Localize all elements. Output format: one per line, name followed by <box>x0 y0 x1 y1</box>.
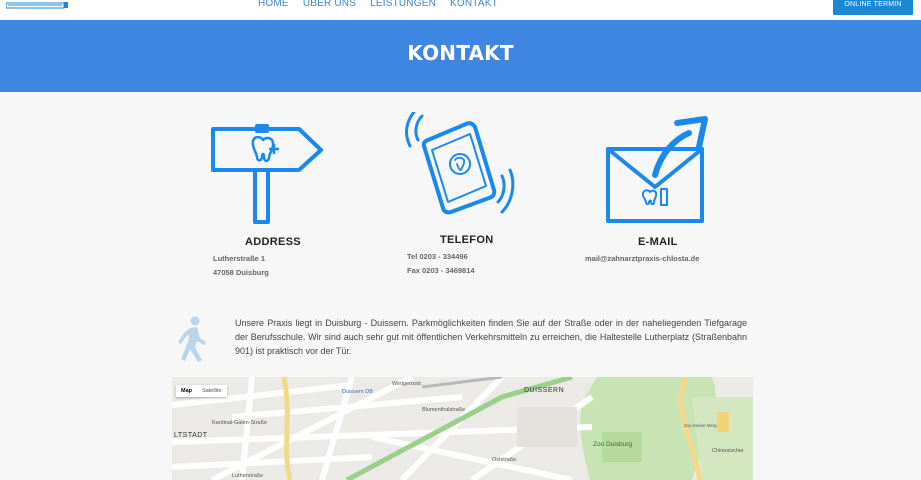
pedestrian-icon <box>178 316 206 362</box>
map-label-kardinal: Kardinal-Galen-Straße <box>212 420 268 426</box>
address-heading: ADDRESS <box>245 236 301 248</box>
email-block: E-MAIL mail@zahnarztpraxis-chlosta.de <box>585 236 725 266</box>
page-banner: KONTAKT <box>0 20 921 92</box>
directions-text: Unsere Praxis liegt in Duisburg - Duisse… <box>235 318 747 356</box>
phone-icon <box>405 112 515 215</box>
nav-kontakt[interactable]: KONTAKT <box>450 0 498 9</box>
email-address[interactable]: mail@zahnarztpraxis-chlosta.de <box>585 252 725 266</box>
map-label-chinesischer: Chinesischer <box>712 448 744 454</box>
map-label-duissern: DUISSERN <box>524 387 565 394</box>
satellite-tab[interactable]: Satellite <box>197 385 227 397</box>
phone-tel[interactable]: Tel 0203 - 334496 <box>407 250 527 264</box>
map-label-wintgens: Wintgensstr. <box>392 381 423 387</box>
map-label-oststr: Oststraße <box>492 457 517 463</box>
nav-leistungen[interactable]: LEISTUNGEN <box>370 0 436 9</box>
map-label-blumenthal: Blumenthalstraße <box>422 407 466 413</box>
signpost-icon <box>211 124 323 224</box>
nav-ueber-uns[interactable]: ÜBER UNS <box>303 0 356 9</box>
nav-home[interactable]: HOME <box>258 0 289 9</box>
phone-block: TELEFON Tel 0203 - 334496 Fax 0203 - 346… <box>407 234 527 278</box>
phone-heading: TELEFON <box>440 234 494 246</box>
address-block: ADDRESS Lutherstraße 1 47058 Duisburg <box>213 236 333 280</box>
map-label-duissern-stop: Duissern DB <box>342 389 373 395</box>
envelope-share-icon <box>606 116 708 223</box>
top-nav-bar: HOME ÜBER UNS LEISTUNGEN KONTAKT ONLINE … <box>0 0 921 20</box>
main-nav: HOME ÜBER UNS LEISTUNGEN KONTAKT <box>258 0 498 9</box>
address-line-1: Lutherstraße 1 <box>213 254 266 263</box>
phone-fax: Fax 0203 - 3469814 <box>407 266 475 275</box>
map-tab[interactable]: Map <box>176 385 197 397</box>
address-line-2: 47058 Duisburg <box>213 268 269 277</box>
map-label-lutherstr: Lutherstraße <box>232 473 264 479</box>
embedded-map[interactable]: Map Satellite DUISSERN LTSTADT Zoo Duisb… <box>172 377 753 480</box>
page-title: KONTAKT <box>407 41 514 65</box>
map-label-altstadt: LTSTADT <box>174 432 208 439</box>
online-termin-button[interactable]: ONLINE TERMIN <box>833 0 913 15</box>
map-label-zoo-kaiserberg: Zoo Kaiser Berg <box>684 423 717 428</box>
map-type-toggle: Map Satellite <box>176 385 227 397</box>
map-label-zoo: Zoo Duisburg <box>593 441 633 448</box>
logo[interactable] <box>6 0 68 9</box>
email-heading: E-MAIL <box>638 236 678 248</box>
